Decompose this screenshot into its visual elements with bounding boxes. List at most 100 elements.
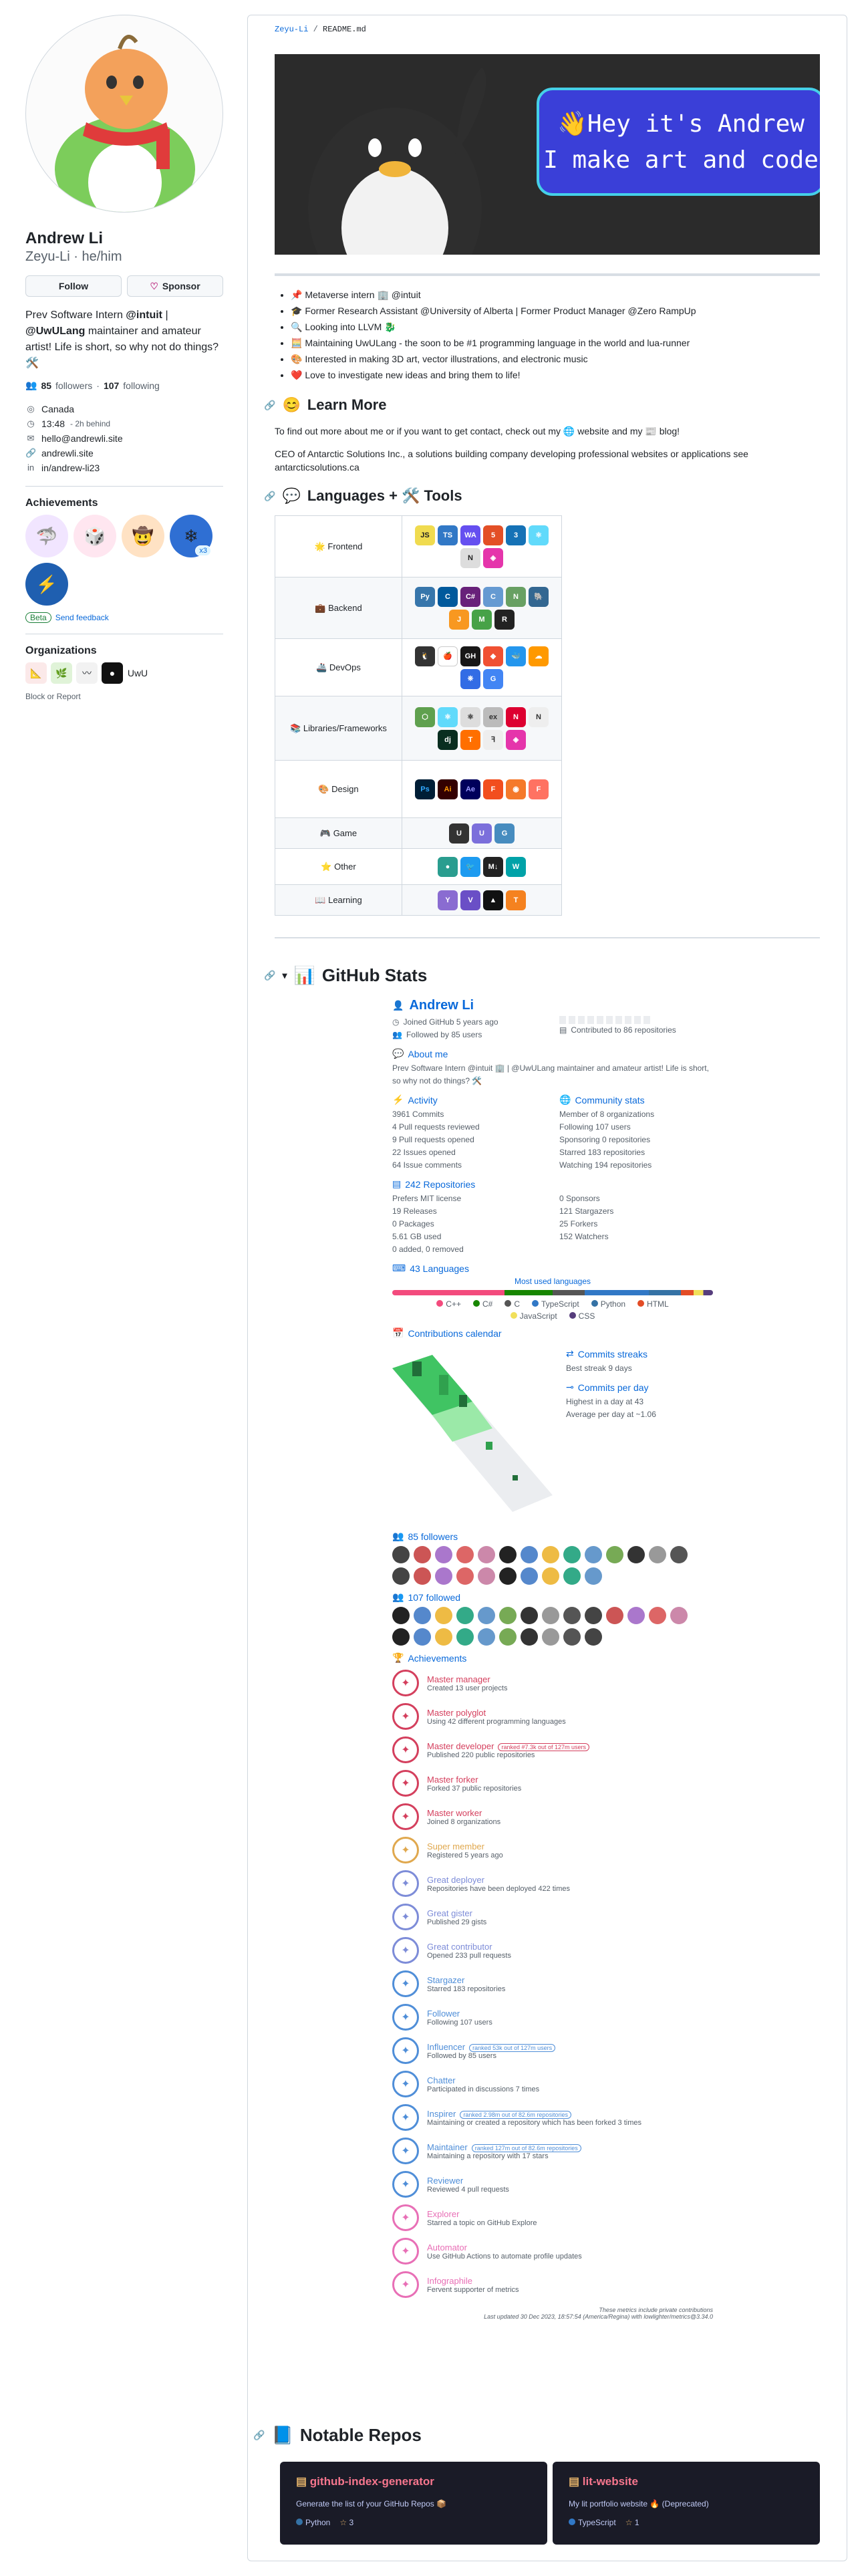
user-avatar[interactable] [670,1546,688,1563]
user-avatar[interactable] [542,1567,559,1585]
repo-name-row[interactable]: ▤ github-index-generator [296,2475,531,2488]
user-avatar[interactable] [606,1607,623,1624]
user-avatar[interactable] [414,1628,431,1646]
user-avatar[interactable] [414,1607,431,1624]
user-avatar[interactable] [392,1607,410,1624]
badge-arctic-code-icon[interactable]: ❄ x3 [170,515,212,557]
user-avatar[interactable] [627,1546,645,1563]
user-avatar[interactable] [392,1546,410,1563]
org-4-icon[interactable]: ● [102,662,123,684]
ceo-text: CEO of Antarctic Solutions Inc., a solut… [275,448,748,473]
category-backend: 💼 Backend [315,602,362,613]
following-count[interactable]: 107 [104,380,119,391]
user-avatar[interactable] [585,1567,602,1585]
repo-name[interactable]: github-index-generator [310,2475,434,2488]
user-avatar[interactable] [649,1607,666,1624]
bio-uwulang-mention[interactable]: @UwULang [25,326,85,337]
email-link[interactable]: hello@andrewli.site [41,431,123,446]
user-avatar[interactable] [456,1567,474,1585]
repo-card[interactable]: ▤ github-index-generator Generate the li… [280,2462,547,2545]
user-avatar[interactable] [649,1546,666,1563]
sponsor-button[interactable]: ♡ Sponsor [127,275,223,297]
languages-heading-stats: ⌨ 43 Languages [392,1263,713,1274]
user-avatar[interactable] [456,1546,474,1563]
user-avatar[interactable] [435,1546,452,1563]
block-report-link[interactable]: Block or Report [25,692,223,701]
docker-icon: 🐳 [506,646,526,666]
user-avatar[interactable] [606,1546,623,1563]
status-icon[interactable]: ☺ [201,173,223,196]
breadcrumb-user[interactable]: Zeyu-Li [275,25,308,34]
badge-pair-extraordinaire-icon[interactable]: ⚡ [25,563,68,606]
user-avatar[interactable] [563,1567,581,1585]
badge-quickdraw-icon[interactable]: 🤠 [122,515,164,557]
website-link[interactable]: andrewli.site [41,446,94,461]
user-avatar[interactable] [414,1567,431,1585]
user-avatar[interactable] [542,1546,559,1563]
user-avatar[interactable] [670,1607,688,1624]
user-avatar[interactable] [542,1628,559,1646]
user-avatar[interactable] [499,1546,517,1563]
user-avatar[interactable] [478,1546,495,1563]
achievement-item: ✦ Master worker Joined 8 organizations [392,1800,713,1833]
devops-tools: 🐧 🍎 GH ◆ 🐳 ☁ ⎈ G [409,646,555,689]
anchor-link-icon[interactable]: 🔗 [264,400,275,411]
user-avatar[interactable] [478,1607,495,1624]
user-avatar[interactable] [542,1607,559,1624]
linkedin-link[interactable]: in/andrew-li23 [41,461,100,475]
collapse-arrow-icon[interactable]: ▾ [282,970,287,981]
avatar[interactable]: ☺ [25,15,223,213]
user-avatar[interactable] [435,1607,452,1624]
achievement-rank: ranked 2.98m out of 82.6m repositories [460,2111,571,2119]
org-2-icon[interactable]: 🌿 [51,662,72,684]
user-avatar[interactable] [585,1628,602,1646]
user-avatar[interactable] [521,1607,538,1624]
badge-pull-shark-icon[interactable]: 🦈 [25,515,68,557]
profile-name: Andrew Li [25,229,104,247]
send-feedback-link[interactable]: Send feedback [55,613,109,622]
repo-name-row[interactable]: ▤ lit-website [569,2475,804,2488]
user-avatar[interactable] [392,1567,410,1585]
user-avatar[interactable] [392,1628,410,1646]
user-avatar[interactable] [456,1628,474,1646]
user-avatar[interactable] [585,1607,602,1624]
org-3-icon[interactable]: 〰 [76,662,98,684]
followers-label[interactable]: followers [55,380,92,391]
user-avatar[interactable] [478,1567,495,1585]
anchor-link-icon[interactable]: 🔗 [264,970,275,981]
user-avatar[interactable] [499,1628,517,1646]
badge-yolo-icon[interactable]: 🎲 [74,515,116,557]
org-uwulang-icon[interactable]: UwU [127,662,148,684]
user-avatar[interactable] [563,1607,581,1624]
ach-title: Achievements [408,1652,467,1664]
anchor-link-icon[interactable]: 🔗 [264,491,275,502]
user-avatar[interactable] [499,1567,517,1585]
anchor-link-icon[interactable]: 🔗 [253,2430,265,2441]
user-avatar[interactable] [435,1567,452,1585]
follow-button[interactable]: Follow [25,275,122,297]
user-avatar[interactable] [563,1546,581,1563]
user-avatar[interactable] [478,1628,495,1646]
user-avatar[interactable] [435,1628,452,1646]
user-avatar[interactable] [521,1546,538,1563]
bio-intuit-mention[interactable]: @intuit [126,309,162,321]
user-avatar[interactable] [563,1628,581,1646]
user-avatar[interactable] [627,1607,645,1624]
user-avatar[interactable] [585,1546,602,1563]
user-avatar[interactable] [456,1607,474,1624]
following-label[interactable]: following [123,380,159,391]
repo-name[interactable]: lit-website [583,2475,638,2488]
unity-icon: U [449,823,469,844]
location-item: ◎ Canada [25,402,223,416]
user-avatar[interactable] [414,1546,431,1563]
org-1-icon[interactable]: 📐 [25,662,47,684]
achievement-desc: Starred 183 repositories [427,1984,506,1993]
achievement-title: Follower [427,2008,460,2019]
user-avatar[interactable] [499,1607,517,1624]
user-avatar[interactable] [521,1567,538,1585]
github-stats-heading[interactable]: 🔗 ▾ 📊 GitHub Stats [264,965,831,989]
user-avatar[interactable] [521,1628,538,1646]
achievements-title[interactable]: Achievements [25,497,223,509]
followers-count[interactable]: 85 [41,380,51,391]
repo-card[interactable]: ▤ lit-website My lit portfolio website 🔥… [553,2462,820,2545]
